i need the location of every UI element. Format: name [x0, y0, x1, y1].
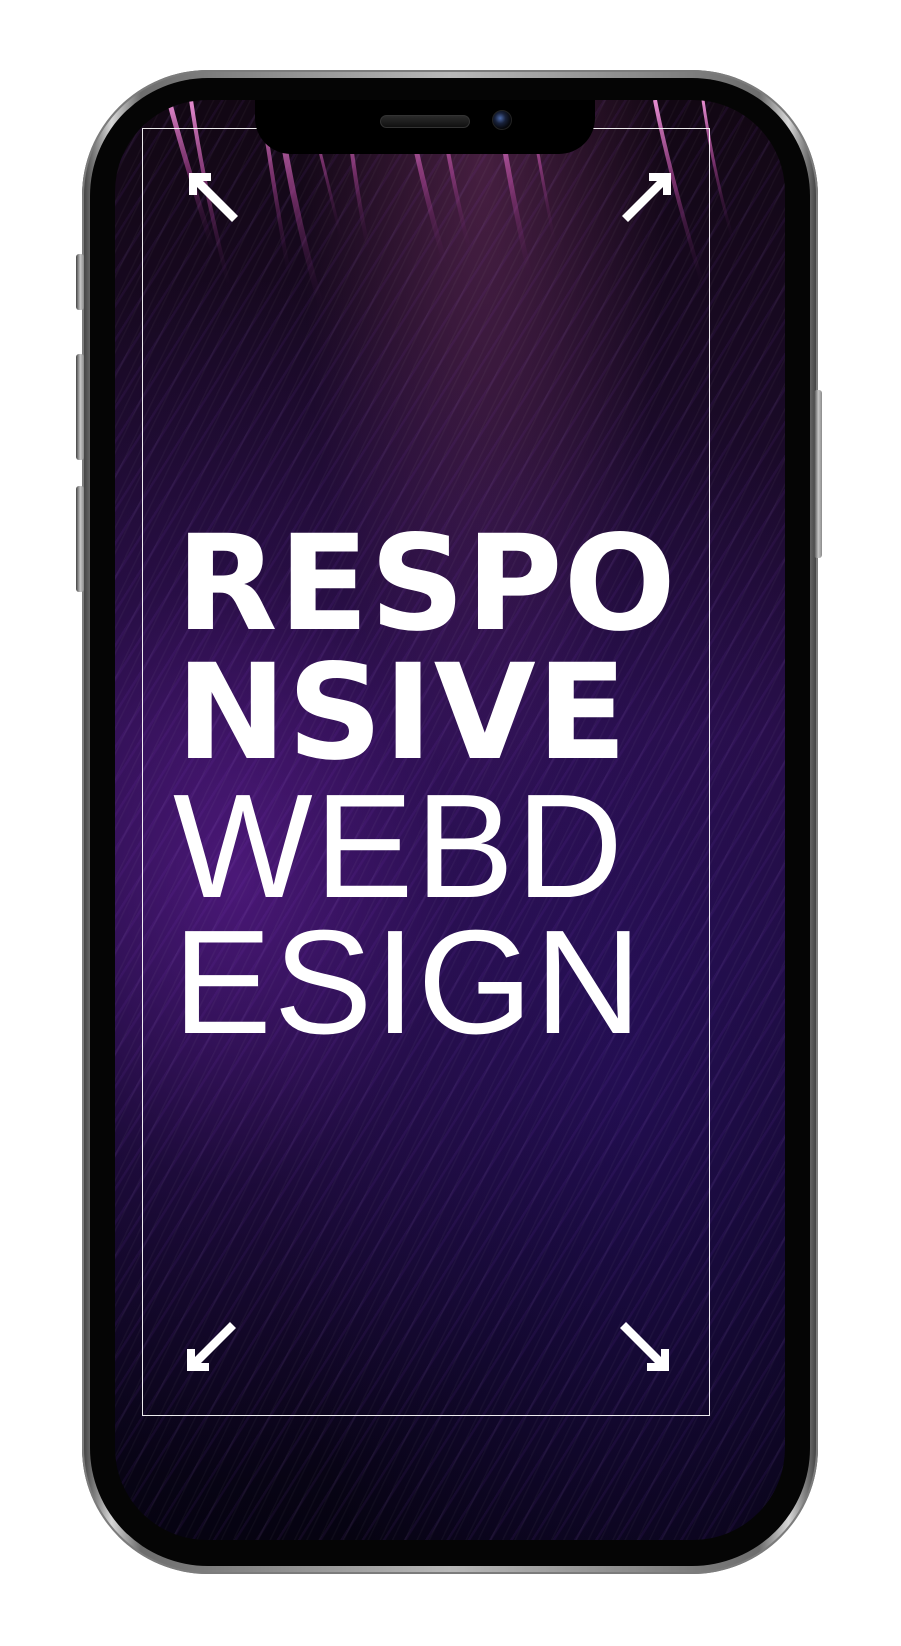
headline-line-2: NSIVE: [176, 636, 628, 791]
phone-screen: RESPO NSIVE WEBD ESIGN: [115, 100, 785, 1540]
earpiece-speaker: [380, 115, 470, 128]
front-camera: [492, 110, 512, 130]
arrow-down-right-icon: [620, 1322, 669, 1371]
power-button: [814, 390, 822, 558]
headline-line-1: RESPO: [176, 507, 677, 661]
volume-down-button: [76, 486, 84, 592]
headline-line-4: ESIGN: [173, 899, 644, 1065]
mute-switch: [76, 254, 84, 310]
volume-up-button: [76, 354, 84, 460]
poster-headline: RESPO NSIVE WEBD ESIGN: [173, 507, 731, 1057]
arrow-up-right-icon: [622, 173, 671, 222]
arrow-down-left-icon: [187, 1322, 236, 1371]
arrow-up-left-icon: [189, 173, 238, 222]
headline-line-3: WEBD: [173, 763, 625, 929]
